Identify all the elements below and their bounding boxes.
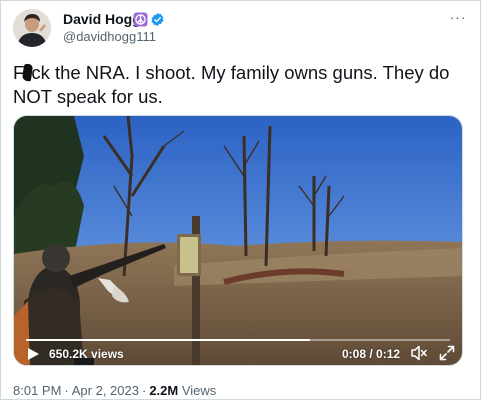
avatar[interactable]	[13, 9, 51, 47]
author-handle[interactable]: @davidhogg111	[63, 29, 156, 45]
tweet-text: Fck the NRA. I shoot. My family owns gun…	[13, 61, 463, 109]
video-view-count: 650.2K views	[49, 347, 124, 361]
tweet-view-count: 2.2M	[149, 383, 179, 398]
tweet-metadata: 8:01 PM · Apr 2, 2023 · 2.2M Views	[13, 383, 216, 399]
tweet-text-rest: ck the NRA. I shoot. My family owns guns…	[13, 62, 450, 107]
tweet-time[interactable]: 8:01 PM	[13, 383, 61, 398]
play-icon[interactable]	[26, 347, 40, 361]
fullscreen-icon[interactable]	[439, 345, 455, 361]
tweet-views-label: Views	[181, 383, 217, 398]
video-time: 0:08 / 0:12	[342, 347, 401, 361]
author-name[interactable]: David Hogg	[63, 11, 141, 28]
video-progress-fill	[26, 339, 311, 341]
video-frame	[14, 116, 462, 365]
mute-icon[interactable]	[410, 345, 428, 361]
separator: ·	[64, 383, 69, 398]
tweet-date[interactable]: Apr 2, 2023	[72, 383, 139, 398]
separator: ·	[141, 383, 147, 398]
video-player[interactable]: 650.2K views 0:08 / 0:12	[13, 115, 463, 366]
video-progress-bar[interactable]	[26, 339, 450, 341]
more-options-icon[interactable]: ···	[448, 9, 468, 25]
